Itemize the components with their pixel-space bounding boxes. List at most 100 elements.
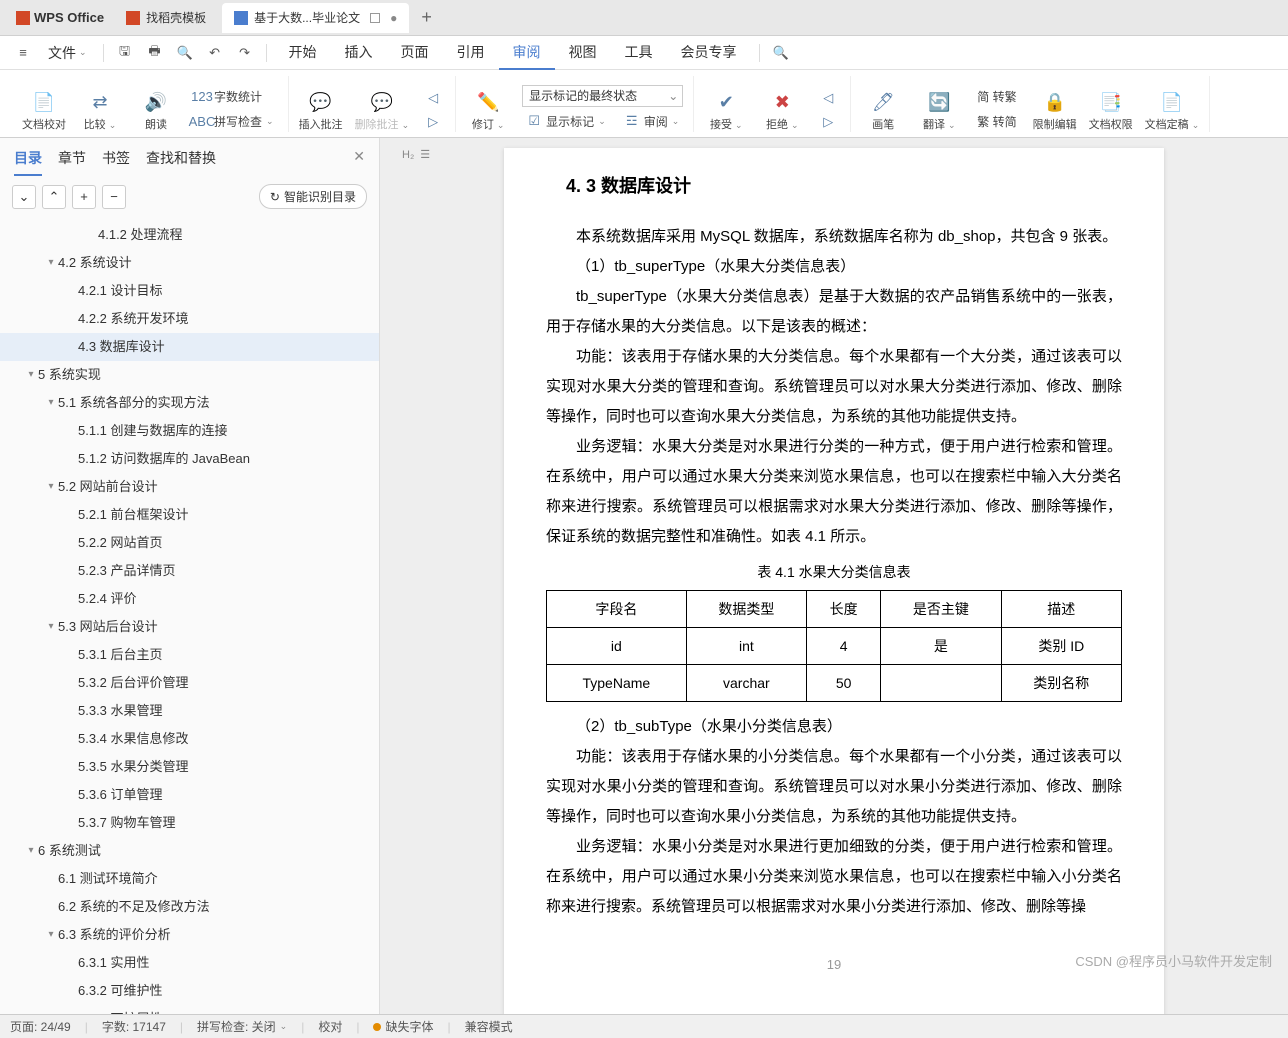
add-item-button[interactable]: + [72, 185, 96, 209]
toc-item[interactable]: 6.3.2 可维护性 [0, 977, 379, 1005]
wordcount-icon: 123 [194, 88, 210, 104]
insert-comment-button[interactable]: 💬插入批注 [299, 92, 343, 132]
toc-list[interactable]: 4.1.2 处理流程▾4.2 系统设计4.2.1 设计目标4.2.2 系统开发环… [0, 217, 379, 1014]
spell-check-button[interactable]: ABC拼写检查⌄ [190, 111, 278, 132]
toc-item[interactable]: 5.2.4 评价 [0, 585, 379, 613]
doc-check-button[interactable]: 📄文档校对 [22, 92, 66, 132]
undo-icon[interactable]: ↶ [202, 40, 228, 66]
status-spell[interactable]: 拼写检查: 关闭 ⌄ [197, 1018, 287, 1035]
toc-item[interactable]: ▾5.3 网站后台设计 [0, 613, 379, 641]
toc-item[interactable]: 5.3.1 后台主页 [0, 641, 379, 669]
prev-comment-button[interactable]: ◁ [421, 88, 445, 108]
toc-item[interactable]: 5.1.1 创建与数据库的连接 [0, 417, 379, 445]
collapse-all-button[interactable]: ⌄ [12, 185, 36, 209]
translate-button[interactable]: 🔄翻译 ⌄ [917, 92, 961, 132]
menu-6[interactable]: 工具 [611, 36, 667, 70]
print-icon[interactable]: 🖶 [142, 40, 168, 66]
revise-button[interactable]: ✏️修订 ⌄ [466, 92, 510, 132]
status-compat[interactable]: 兼容模式 [465, 1018, 513, 1035]
status-proof[interactable]: 校对 [318, 1018, 342, 1035]
toc-item[interactable]: 5.3.5 水果分类管理 [0, 753, 379, 781]
toc-item[interactable]: ▾5.1 系统各部分的实现方法 [0, 389, 379, 417]
chevron-icon[interactable]: ▾ [44, 253, 58, 273]
close-icon[interactable]: ● [390, 11, 397, 25]
paragraph: 功能：该表用于存储水果的大分类信息。每个水果都有一个大分类，通过该表可以实现对水… [546, 342, 1122, 432]
chevron-icon[interactable]: ▾ [44, 617, 58, 637]
restrict-edit-button[interactable]: 🔒限制编辑 [1033, 92, 1077, 132]
chevron-icon[interactable]: ▾ [44, 925, 58, 945]
menu-7[interactable]: 会员专享 [667, 36, 751, 70]
redo-icon[interactable]: ↷ [232, 40, 258, 66]
menu-3[interactable]: 引用 [443, 36, 499, 70]
save-icon[interactable]: 🖫 [112, 40, 138, 66]
review-button[interactable]: ☲审阅⌄ [620, 111, 684, 132]
file-menu[interactable]: 文件⌄ [40, 39, 95, 67]
next-change-button[interactable]: ▷ [816, 112, 840, 132]
toc-item[interactable]: 5.3.3 水果管理 [0, 697, 379, 725]
remove-item-button[interactable]: − [102, 185, 126, 209]
prev-change-button[interactable]: ◁ [816, 88, 840, 108]
toc-item[interactable]: 5.1.2 访问数据库的 JavaBean [0, 445, 379, 473]
chevron-icon[interactable]: ▾ [44, 393, 58, 413]
expand-all-button[interactable]: ⌃ [42, 185, 66, 209]
smart-toc-button[interactable]: ↻ 智能识别目录 [259, 184, 367, 209]
toc-item[interactable]: 5.2.1 前台框架设计 [0, 501, 379, 529]
toc-item[interactable]: 4.1.2 处理流程 [0, 221, 379, 249]
doc-permission-button[interactable]: 📑文档权限 [1089, 92, 1133, 132]
toc-item[interactable]: 5.3.2 后台评价管理 [0, 669, 379, 697]
document-area[interactable]: H₂☰ 4. 3 数据库设计 本系统数据库采用 MySQL 数据库，系统数据库名… [380, 138, 1288, 1014]
new-tab-button[interactable]: + [411, 7, 442, 28]
next-comment-button[interactable]: ▷ [421, 112, 445, 132]
accept-button[interactable]: ✔接受 ⌄ [704, 92, 748, 132]
menu-4[interactable]: 审阅 [499, 36, 555, 70]
read-aloud-button[interactable]: 🔊朗读 [134, 92, 178, 132]
toc-item[interactable]: 6.1 测试环境简介 [0, 865, 379, 893]
word-count-button[interactable]: 123字数统计 [190, 86, 278, 107]
chevron-icon[interactable]: ▾ [24, 841, 38, 861]
menu-2[interactable]: 页面 [387, 36, 443, 70]
side-tab[interactable]: 书签 [102, 148, 130, 176]
toc-item[interactable]: 6.2 系统的不足及修改方法 [0, 893, 379, 921]
toc-item[interactable]: ▾5 系统实现 [0, 361, 379, 389]
toc-item[interactable]: 6.3.1 实用性 [0, 949, 379, 977]
toc-item[interactable]: ▾4.2 系统设计 [0, 249, 379, 277]
status-page[interactable]: 页面: 24/49 [10, 1018, 71, 1035]
menu-5[interactable]: 视图 [555, 36, 611, 70]
toc-item[interactable]: 5.3.7 购物车管理 [0, 809, 379, 837]
document-tab[interactable]: 基于大数...毕业论文● [222, 3, 409, 33]
chevron-icon[interactable]: ▾ [24, 365, 38, 385]
search-icon[interactable]: 🔍 [768, 40, 794, 66]
toc-item[interactable]: 4.3 数据库设计 [0, 333, 379, 361]
side-tab[interactable]: 目录 [14, 148, 42, 176]
side-tab[interactable]: 查找和替换 [146, 148, 216, 176]
hamburger-icon[interactable]: ≡ [10, 40, 36, 66]
toc-item[interactable]: 4.2.1 设计目标 [0, 277, 379, 305]
show-mark-button[interactable]: ☑显示标记⌄ [522, 111, 610, 132]
toc-item[interactable]: ▾6 系统测试 [0, 837, 379, 865]
toc-item[interactable]: 5.2.3 产品详情页 [0, 557, 379, 585]
toc-item[interactable]: 4.2.2 系统开发环境 [0, 305, 379, 333]
reject-button[interactable]: ✖拒绝 ⌄ [760, 92, 804, 132]
toc-item[interactable]: 5.2.2 网站首页 [0, 529, 379, 557]
chevron-icon[interactable]: ▾ [44, 477, 58, 497]
menu-1[interactable]: 插入 [331, 36, 387, 70]
delete-comment-button[interactable]: 💬删除批注 ⌄ [355, 92, 410, 132]
side-tab[interactable]: 章节 [58, 148, 86, 176]
toc-item[interactable]: 6.3.3 可扩展性 [0, 1005, 379, 1014]
preview-icon[interactable]: 🔍 [172, 40, 198, 66]
brush-button[interactable]: 🖊画笔 [861, 92, 905, 132]
toc-item[interactable]: ▾6.3 系统的评价分析 [0, 921, 379, 949]
simp-to-trad-button[interactable]: 简 转繁 [973, 86, 1020, 107]
document-tab[interactable]: 找稻壳模板 [114, 3, 218, 33]
doc-final-button[interactable]: 📄文档定稿 ⌄ [1145, 92, 1200, 132]
display-mode-select[interactable]: 显示标记的最终状态 [522, 85, 683, 107]
close-panel-icon[interactable]: ✕ [353, 148, 365, 165]
trad-to-simp-button[interactable]: 繁 转简 [973, 111, 1020, 132]
toc-item[interactable]: 5.3.4 水果信息修改 [0, 725, 379, 753]
status-missing-font[interactable]: 缺失字体 [373, 1018, 433, 1035]
toc-item[interactable]: 5.3.6 订单管理 [0, 781, 379, 809]
toc-item[interactable]: ▾5.2 网站前台设计 [0, 473, 379, 501]
compare-button[interactable]: ⇄比较 ⌄ [78, 92, 122, 132]
menu-0[interactable]: 开始 [275, 36, 331, 70]
status-words[interactable]: 字数: 17147 [102, 1018, 166, 1035]
